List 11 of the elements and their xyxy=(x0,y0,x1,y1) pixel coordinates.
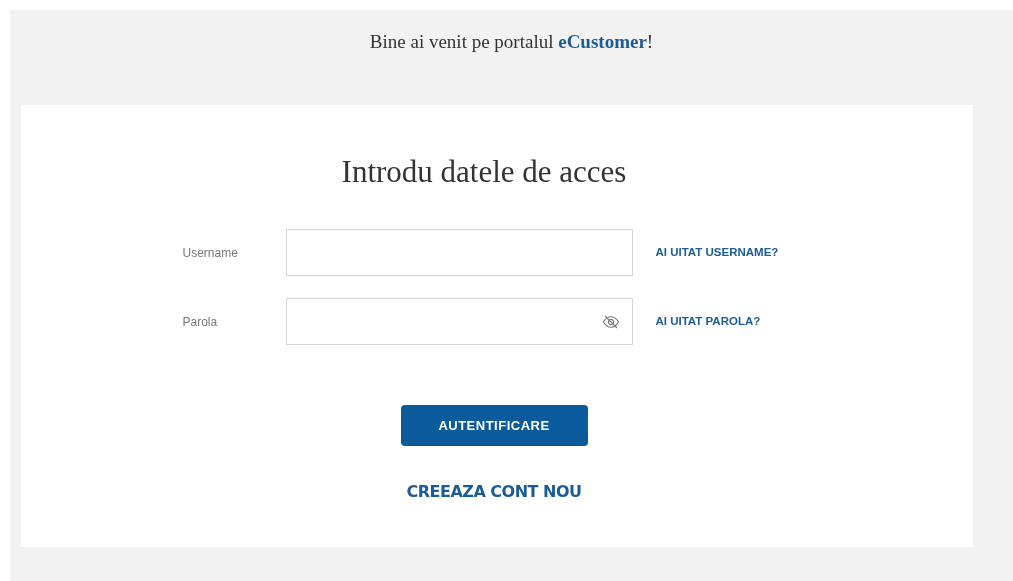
username-field[interactable] xyxy=(285,229,633,276)
password-field[interactable] xyxy=(285,298,633,345)
login-button[interactable]: AUTENTIFICARE xyxy=(400,405,588,446)
hidden-eye-icon[interactable] xyxy=(601,313,620,330)
field-label: Username xyxy=(181,244,239,262)
create-account-link[interactable]: CREEAZA CONT NOU xyxy=(406,480,582,504)
welcome-text: Bine ai venit pe portalul eCustomer! xyxy=(369,30,654,54)
field-label: Parola xyxy=(181,313,219,331)
forgot-link[interactable]: AI UITAT PAROLA? xyxy=(655,312,826,331)
forgot-link[interactable]: AI UITAT USERNAME? xyxy=(655,243,826,262)
form-title: Introdu datele de acces xyxy=(341,152,627,191)
